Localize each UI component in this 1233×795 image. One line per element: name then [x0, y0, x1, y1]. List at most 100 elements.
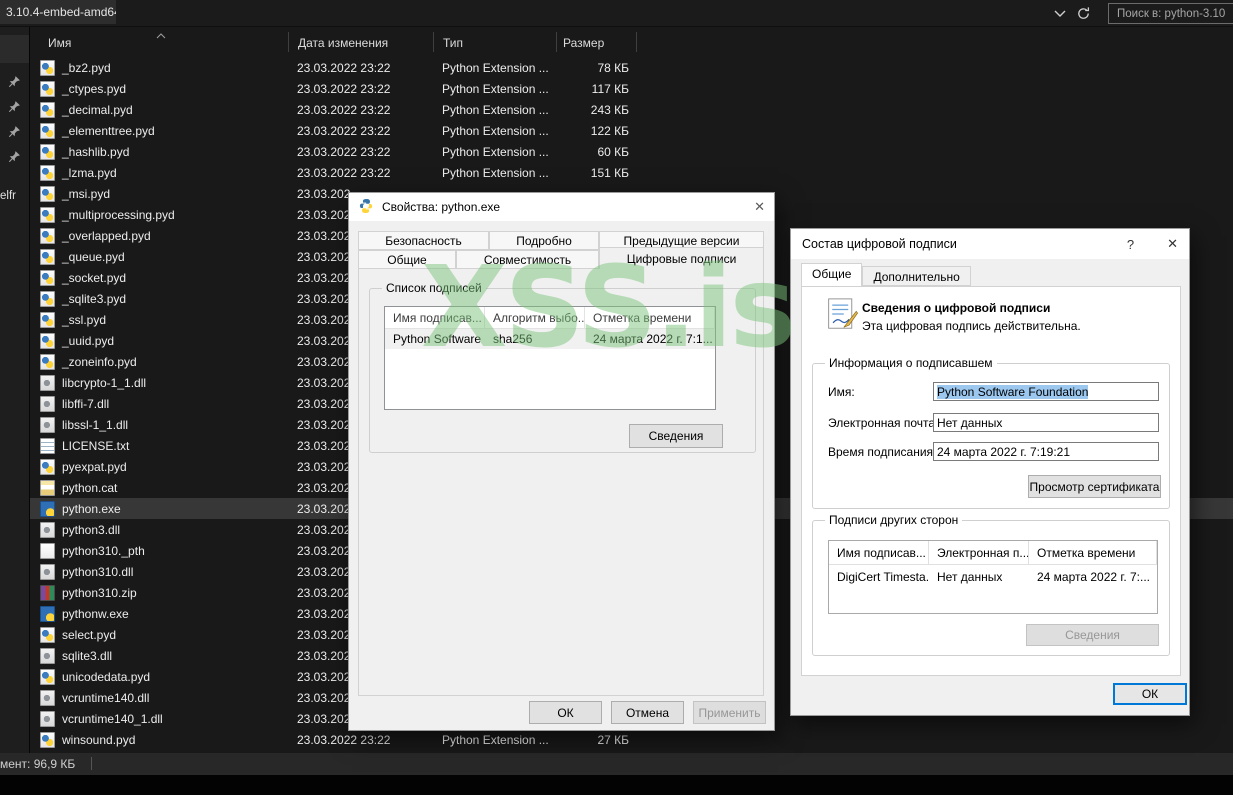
column-divider[interactable]	[433, 32, 434, 52]
file-name: _msi.pyd	[55, 187, 287, 201]
file-name: LICENSE.txt	[55, 439, 287, 453]
python-exe-icon	[40, 606, 55, 622]
pth-file-icon	[40, 543, 55, 559]
close-icon[interactable]: ✕	[1167, 236, 1178, 252]
file-name: python310.zip	[55, 586, 287, 600]
help-icon[interactable]: ?	[1127, 237, 1134, 252]
pin-icon[interactable]	[8, 150, 21, 163]
nav-item-label[interactable]: elfr	[0, 190, 16, 202]
timestamp-cell: 24 марта 2022 г. 7:...	[1029, 570, 1157, 584]
python-extension-icon	[40, 627, 55, 643]
file-row[interactable]: _hashlib.pyd 23.03.2022 23:22 Python Ext…	[30, 141, 1233, 162]
tab-strip: Общие Дополнительно	[801, 266, 971, 286]
dll-file-icon	[40, 690, 55, 706]
file-row[interactable]: _lzma.pyd 23.03.2022 23:22 Python Extens…	[30, 162, 1233, 183]
email-value: Нет данных	[937, 416, 1002, 430]
refresh-icon[interactable]	[1076, 6, 1092, 22]
countersignatures-table[interactable]: Имя подписав... Электронная п... Отметка…	[828, 540, 1158, 614]
file-size: 78 КБ	[562, 61, 629, 75]
tab-general[interactable]: Общие	[801, 263, 862, 286]
timestamp-cell: 24 марта 2022 г. 7:1...	[585, 332, 715, 346]
col-signer-name[interactable]: Имя подписав...	[829, 541, 929, 564]
file-row[interactable]: _elementtree.pyd 23.03.2022 23:22 Python…	[30, 120, 1233, 141]
signature-list-header: Имя подписав... Алгоритм выбо... Отметка…	[385, 307, 715, 329]
file-type: Python Extension ...	[442, 166, 552, 180]
col-timestamp[interactable]: Отметка времени	[1029, 541, 1157, 564]
column-divider[interactable]	[288, 32, 289, 52]
window-tab[interactable]: 3.10.4-embed-amd64	[0, 0, 116, 24]
tab-details[interactable]: Подробно	[489, 231, 599, 250]
ok-button[interactable]: ОК	[529, 701, 602, 724]
pin-icon[interactable]	[8, 100, 21, 113]
file-size: 60 КБ	[562, 145, 629, 159]
file-name: vcruntime140_1.dll	[55, 712, 287, 726]
search-input[interactable]: Поиск в: python-3.10	[1108, 3, 1233, 24]
file-size: 117 КБ	[562, 82, 629, 96]
ok-button[interactable]: ОК	[1113, 683, 1187, 705]
close-icon[interactable]: ✕	[754, 199, 765, 215]
pin-icon[interactable]	[8, 75, 21, 88]
algorithm-cell: sha256	[485, 332, 585, 346]
python-exe-icon	[40, 501, 55, 517]
apply-button[interactable]: Применить	[693, 701, 766, 724]
file-type: Python Extension ...	[442, 124, 552, 138]
chevron-down-icon[interactable]	[1053, 7, 1069, 23]
file-name: sqlite3.dll	[55, 649, 287, 663]
python-extension-icon	[40, 144, 55, 160]
column-header-name[interactable]: Имя	[48, 36, 71, 50]
file-name: pyexpat.pyd	[55, 460, 287, 474]
details-button[interactable]: Сведения	[1026, 624, 1159, 646]
countersignature-row[interactable]: DigiCert Timesta... Нет данных 24 марта …	[829, 565, 1157, 589]
column-divider[interactable]	[556, 32, 557, 52]
signature-row[interactable]: Python Software ... sha256 24 марта 2022…	[385, 329, 715, 349]
tab-security[interactable]: Безопасность	[358, 231, 489, 250]
python-extension-icon	[40, 732, 55, 748]
signature-valid-text: Эта цифровая подпись действительна.	[862, 319, 1081, 333]
view-certificate-button[interactable]: Просмотр сертификата	[1028, 475, 1161, 498]
cancel-button[interactable]: Отмена	[611, 701, 684, 724]
file-row[interactable]: _bz2.pyd 23.03.2022 23:22 Python Extensi…	[30, 57, 1233, 78]
details-button[interactable]: Сведения	[629, 424, 723, 448]
python-extension-icon	[40, 270, 55, 286]
column-header-size[interactable]: Размер	[563, 36, 604, 50]
file-name: vcruntime140.dll	[55, 691, 287, 705]
column-header-date[interactable]: Дата изменения	[298, 36, 388, 50]
signature-details-dialog: Состав цифровой подписи ? ✕ Общие Дополн…	[790, 228, 1190, 716]
python-extension-icon	[40, 333, 55, 349]
explorer-window: 3.10.4-embed-amd64 Поиск в: python-3.10 …	[0, 0, 1233, 795]
tab-general[interactable]: Общие	[358, 250, 456, 269]
col-signer-name[interactable]: Имя подписав...	[385, 307, 485, 328]
col-digest-algorithm[interactable]: Алгоритм выбо...	[485, 307, 585, 328]
email-field[interactable]: Нет данных	[933, 413, 1159, 432]
python-extension-icon	[40, 354, 55, 370]
file-type: Python Extension ...	[442, 61, 552, 75]
dll-file-icon	[40, 417, 55, 433]
file-name: _multiprocessing.pyd	[55, 208, 287, 222]
status-divider	[91, 757, 92, 770]
file-type: Python Extension ...	[442, 733, 552, 747]
name-field[interactable]: Python Software Foundation	[933, 382, 1159, 401]
python-extension-icon	[40, 123, 55, 139]
file-type: Python Extension ...	[442, 82, 552, 96]
file-name: python310.dll	[55, 565, 287, 579]
col-email[interactable]: Электронная п...	[929, 541, 1029, 564]
tab-compatibility[interactable]: Совместимость	[456, 250, 599, 269]
pin-icon[interactable]	[8, 125, 21, 138]
file-name: python.cat	[55, 481, 287, 495]
catalog-file-icon	[40, 480, 55, 496]
file-row[interactable]: winsound.pyd 23.03.2022 23:22 Python Ext…	[30, 729, 1233, 750]
file-name: pythonw.exe	[55, 607, 287, 621]
signature-list[interactable]: Имя подписав... Алгоритм выбо... Отметка…	[384, 306, 716, 410]
col-timestamp[interactable]: Отметка времени	[585, 307, 715, 328]
file-row[interactable]: _decimal.pyd 23.03.2022 23:22 Python Ext…	[30, 99, 1233, 120]
tab-strip-row2: Общие Совместимость Цифровые подписи	[358, 250, 764, 269]
dll-file-icon	[40, 648, 55, 664]
tab-digital-signatures[interactable]: Цифровые подписи	[599, 247, 764, 269]
column-divider[interactable]	[636, 32, 637, 52]
file-date: 23.03.2022 23:22	[297, 166, 432, 180]
signing-time-field[interactable]: 24 марта 2022 г. 7:19:21	[933, 442, 1159, 461]
python-extension-icon	[40, 249, 55, 265]
column-header-type[interactable]: Тип	[443, 36, 463, 50]
tab-advanced[interactable]: Дополнительно	[862, 266, 970, 286]
file-row[interactable]: _ctypes.pyd 23.03.2022 23:22 Python Exte…	[30, 78, 1233, 99]
